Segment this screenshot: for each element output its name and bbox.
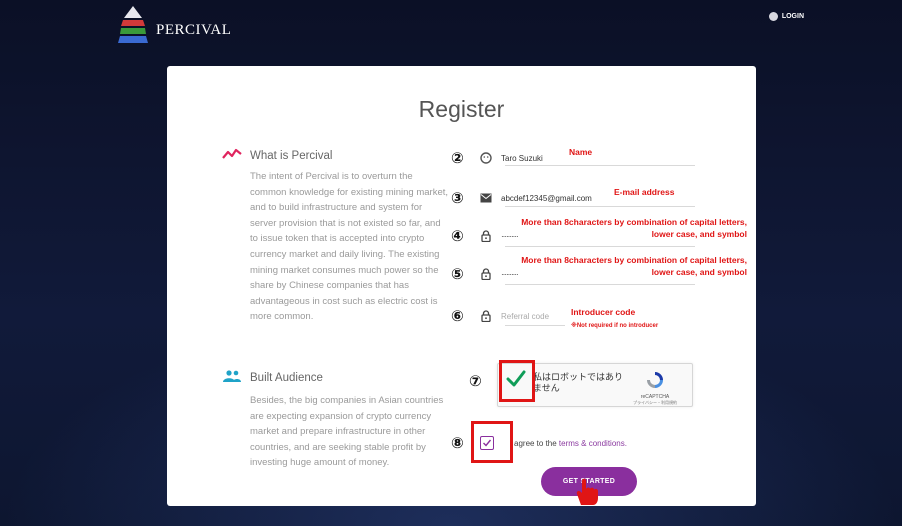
- section-heading-text: Built Audience: [250, 371, 323, 384]
- trend-line-icon: [222, 148, 242, 163]
- input-underline: [505, 246, 695, 247]
- brand-name: PERCIVAL: [156, 21, 232, 38]
- recaptcha-logo-icon: [647, 372, 663, 388]
- check-icon[interactable]: [506, 370, 526, 393]
- lock-icon: [479, 230, 493, 242]
- step-number: ③: [451, 190, 464, 207]
- user-icon: [479, 152, 493, 164]
- login-label: LOGIN: [781, 13, 804, 20]
- brand-logo[interactable]: PERCIVAL: [118, 6, 231, 44]
- confirm-password-annotation: More than 8characters by combination of …: [521, 255, 747, 277]
- step-number: ④: [451, 228, 464, 245]
- section-built-audience-heading: Built Audience: [222, 370, 323, 385]
- referral-annotation-title: Introducer code: [571, 307, 636, 317]
- name-input[interactable]: Taro Suzuki: [501, 154, 543, 163]
- user-circle-icon: [768, 12, 778, 21]
- referral-annotation-sub: ※Not required if no introducer: [571, 323, 659, 329]
- email-input[interactable]: abcdef12345@gmail.com: [501, 194, 592, 203]
- email-field[interactable]: ③ abcdef12345@gmail.com: [451, 189, 695, 207]
- terms-link[interactable]: terms & conditions.: [559, 439, 627, 448]
- input-underline: [505, 165, 695, 166]
- step-number: ②: [451, 150, 464, 167]
- section-heading-text: What is Percival: [250, 149, 333, 162]
- section-what-is-percival-heading: What is Percival: [222, 148, 332, 163]
- name-field[interactable]: ② Taro Suzuki: [451, 149, 695, 167]
- name-annotation: Name: [569, 147, 593, 157]
- recaptcha-brand: reCAPTCHA プライバシー・利用規約: [624, 371, 686, 406]
- section-what-is-percival-text: The intent of Percival is to overturn th…: [250, 171, 449, 323]
- step-number: ⑦: [469, 373, 482, 390]
- recaptcha-label: 私はロボットではありません: [533, 372, 624, 393]
- step-number: ⑥: [451, 308, 464, 325]
- people-icon: [222, 370, 242, 385]
- input-underline: [505, 206, 695, 207]
- referral-code-input[interactable]: Referral code: [501, 312, 549, 321]
- lock-icon: [479, 310, 493, 322]
- step-number: ⑧: [451, 435, 464, 452]
- percival-logo-icon: [118, 6, 148, 44]
- referral-code-field[interactable]: ⑥ Referral code: [451, 307, 565, 326]
- input-underline: [505, 325, 565, 326]
- recaptcha-links[interactable]: プライバシー・利用規約: [624, 400, 686, 406]
- email-annotation: E-mail address: [614, 187, 675, 197]
- terms-prefix: agree to the: [514, 438, 559, 448]
- lock-icon: [479, 268, 493, 280]
- login-link[interactable]: LOGIN: [768, 12, 804, 21]
- register-card: Register What is Percival The intent of …: [167, 66, 756, 506]
- section-built-audience-text: Besides, the big companies in Asian coun…: [250, 395, 444, 469]
- password-annotation: More than 8characters by combination of …: [521, 217, 747, 239]
- page-title: Register: [418, 96, 505, 122]
- highlight-box: [471, 421, 513, 463]
- input-underline: [505, 284, 695, 285]
- step-number: ⑤: [451, 266, 464, 283]
- hand-pointer-icon: [573, 478, 603, 511]
- mail-icon: [479, 193, 493, 203]
- terms-text: agree to the terms & conditions.: [514, 439, 627, 448]
- referral-annotation: Introducer code ※Not required if no intr…: [571, 306, 658, 332]
